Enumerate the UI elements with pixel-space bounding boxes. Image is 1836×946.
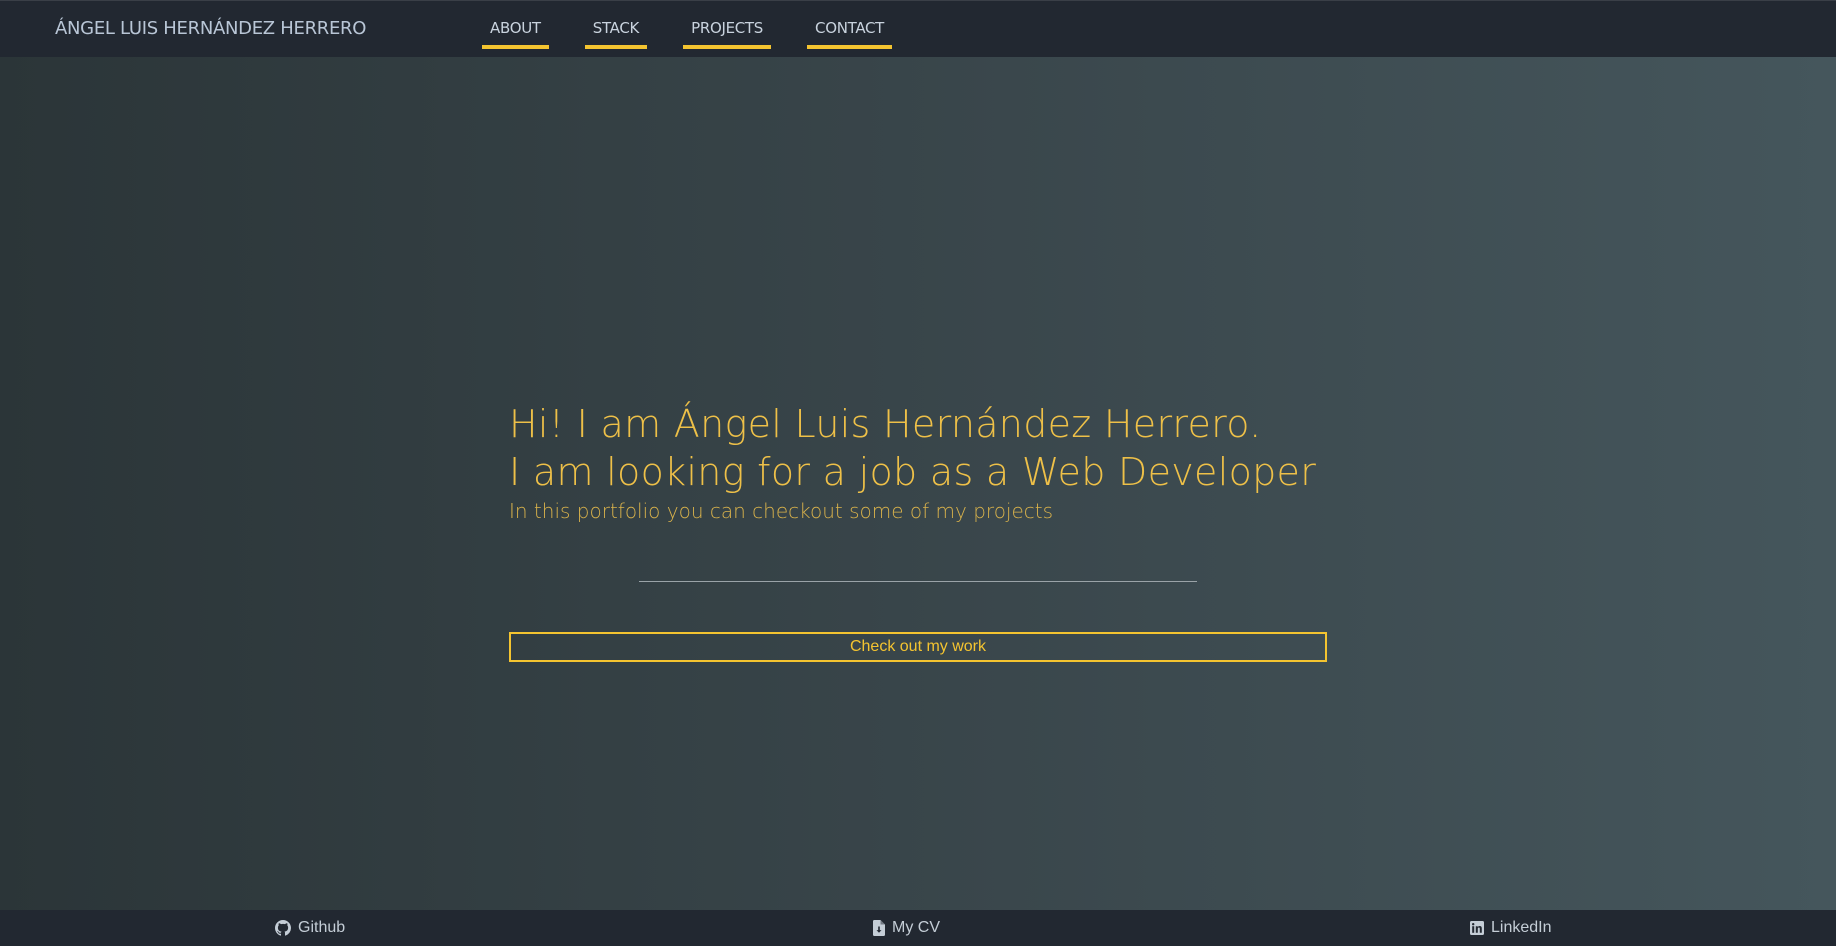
- footer-link-label: LinkedIn: [1491, 919, 1552, 936]
- hero-section: Hi! I am Ángel Luis Hernández Herrero. I…: [509, 400, 1327, 524]
- linkedin-icon: [1470, 921, 1484, 935]
- hero-subtitle: In this portfolio you can checkout some …: [509, 499, 1054, 523]
- file-download-icon: [873, 920, 885, 936]
- footer-bar: Github My CV LinkedIn: [0, 910, 1836, 946]
- hero-greeting: Hi! I am Ángel Luis Hernández Herrero.: [509, 402, 1262, 446]
- nav-link-projects[interactable]: PROJECTS: [683, 1, 772, 49]
- github-icon: [275, 920, 291, 936]
- hero-divider: [639, 581, 1197, 582]
- footer-link-label: My CV: [892, 919, 940, 936]
- top-navbar: ÁNGEL LUIS HERNÁNDEZ HERRERO ABOUT STACK…: [0, 0, 1836, 57]
- check-out-work-button[interactable]: Check out my work: [509, 632, 1327, 662]
- site-brand[interactable]: ÁNGEL LUIS HERNÁNDEZ HERRERO: [55, 18, 366, 39]
- hero-headline: I am looking for a job as a Web Develope…: [509, 450, 1317, 494]
- nav-link-about[interactable]: ABOUT: [482, 1, 549, 49]
- footer-link-label: Github: [298, 919, 346, 936]
- nav-link-stack[interactable]: STACK: [584, 1, 648, 49]
- footer-link-cv[interactable]: My CV: [873, 919, 940, 937]
- main-nav: ABOUT STACK PROJECTS CONTACT: [482, 1, 893, 58]
- footer-link-linkedin[interactable]: LinkedIn: [1470, 919, 1552, 937]
- nav-link-contact[interactable]: CONTACT: [807, 1, 893, 49]
- footer-link-github[interactable]: Github: [275, 919, 345, 937]
